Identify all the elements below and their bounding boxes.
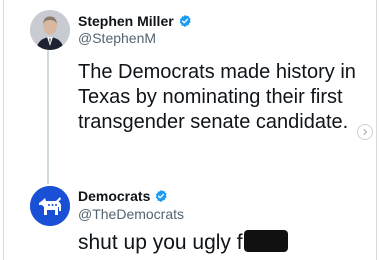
avatar-stephen-miller[interactable] <box>30 10 70 50</box>
author-name[interactable]: Stephen Miller <box>78 13 174 29</box>
reply-tweet: Democrats @TheDemocrats shut up you ugly… <box>0 180 381 260</box>
verified-badge-icon <box>179 14 191 28</box>
next-image-button[interactable] <box>357 124 373 140</box>
reply-author-handle[interactable]: @TheDemocrats <box>78 206 184 222</box>
verified-badge-icon <box>156 189 167 203</box>
reply-author-name[interactable]: Democrats <box>78 188 150 204</box>
avatar-democrats[interactable] <box>30 186 70 226</box>
author-name-row: Stephen Miller <box>78 13 192 29</box>
reply-author-name-row: Democrats <box>78 188 168 204</box>
reply-text-row: shut up you ugly f <box>78 230 378 256</box>
author-handle[interactable]: @StephenM <box>78 30 156 46</box>
reply-text: shut up you ugly f <box>78 231 243 254</box>
person-photo-icon <box>30 10 70 50</box>
donkey-logo-icon <box>30 186 70 226</box>
chevron-right-icon <box>363 128 368 136</box>
tweet-text: The Democrats made history in Texas by n… <box>78 61 356 133</box>
censor-bar <box>243 230 288 252</box>
original-tweet: Stephen Miller @StephenM The Democrats m… <box>0 0 381 180</box>
